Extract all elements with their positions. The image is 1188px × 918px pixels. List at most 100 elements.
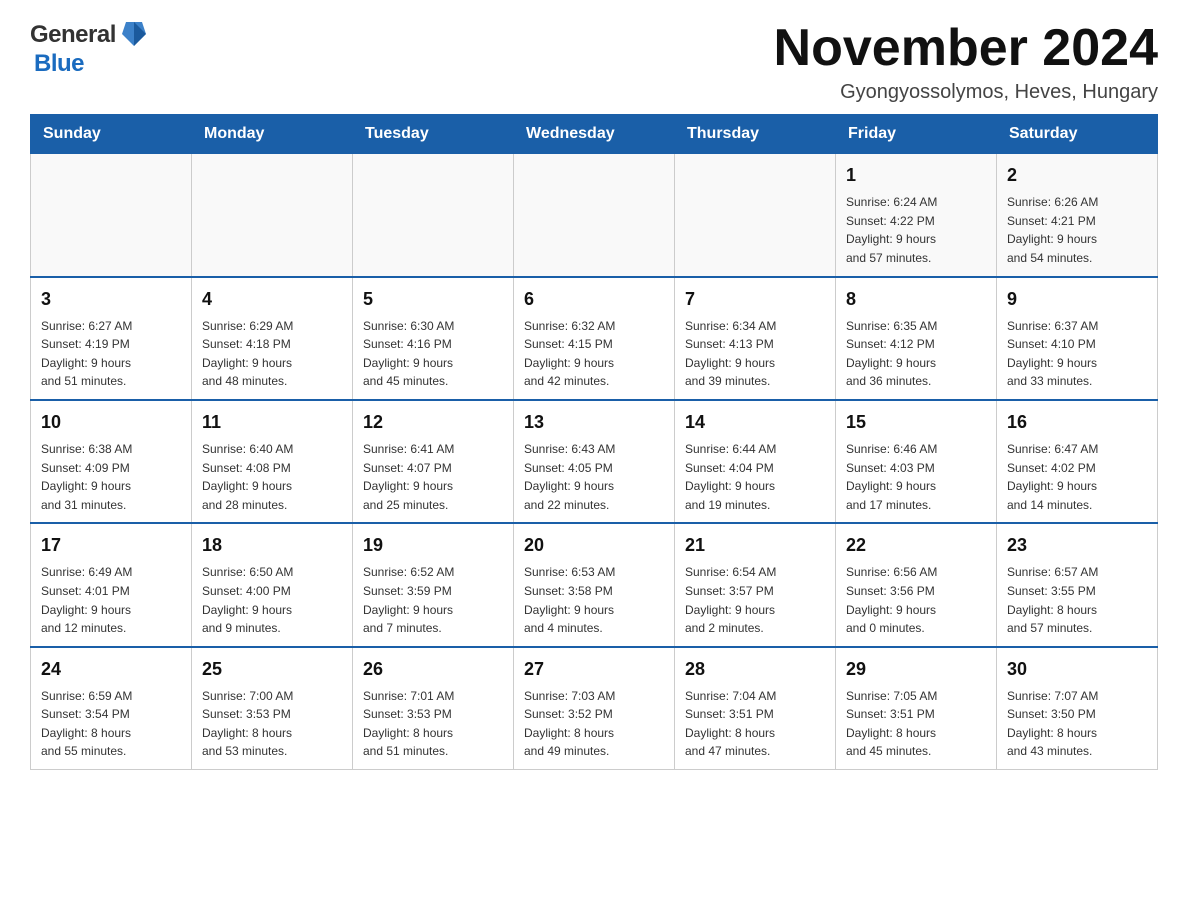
weekday-header-tuesday: Tuesday xyxy=(353,115,514,154)
calendar-day-cell xyxy=(675,154,836,277)
calendar-day-cell: 3 Sunrise: 6:27 AM Sunset: 4:19 PM Daylig… xyxy=(31,277,192,400)
day-number: 27 xyxy=(524,656,664,683)
calendar-day-cell: 4 Sunrise: 6:29 AM Sunset: 4:18 PM Daylig… xyxy=(192,277,353,400)
page-header: General Blue November 2024 Gyongyossolym… xyxy=(30,20,1158,104)
weekday-header-sunday: Sunday xyxy=(31,115,192,154)
calendar-day-cell: 10Sunrise: 6:38 AM Sunset: 4:09 PM Dayli… xyxy=(31,400,192,523)
page-title: November 2024 xyxy=(774,20,1158,77)
day-info: Sunrise: 6:27 AM Sunset: 4:19 PM Dayligh… xyxy=(41,317,181,391)
day-info: Sunrise: 6:44 AM Sunset: 4:04 PM Dayligh… xyxy=(685,440,825,514)
day-number: 20 xyxy=(524,532,664,559)
day-info: Sunrise: 6:29 AM Sunset: 4:18 PM Dayligh… xyxy=(202,317,342,391)
day-number: 2 xyxy=(1007,162,1147,189)
calendar-day-cell: 12 Sunrise: 6:41 AM Sunset: 4:07 PM Dayli… xyxy=(353,400,514,523)
day-number: 7 xyxy=(685,286,825,313)
day-info: Sunrise: 6:54 AM Sunset: 3:57 PM Dayligh… xyxy=(685,563,825,637)
calendar-day-cell: 20 Sunrise: 6:53 AM Sunset: 3:58 PM Dayli… xyxy=(514,523,675,646)
day-number: 26 xyxy=(363,656,503,683)
logo-icon xyxy=(118,18,150,50)
day-number: 23 xyxy=(1007,532,1147,559)
weekday-header-friday: Friday xyxy=(836,115,997,154)
day-number: 16 xyxy=(1007,409,1147,436)
calendar-day-cell xyxy=(353,154,514,277)
calendar-day-cell: 16 Sunrise: 6:47 AM Sunset: 4:02 PM Dayli… xyxy=(997,400,1158,523)
day-info: Sunrise: 6:49 AM Sunset: 4:01 PM Dayligh… xyxy=(41,563,181,637)
calendar-day-cell: 27 Sunrise: 7:03 AM Sunset: 3:52 PM Dayli… xyxy=(514,647,675,770)
day-info: Sunrise: 6:24 AM Sunset: 4:22 PM Dayligh… xyxy=(846,193,986,267)
day-info: Sunrise: 6:34 AM Sunset: 4:13 PM Dayligh… xyxy=(685,317,825,391)
day-info: Sunrise: 7:07 AM Sunset: 3:50 PM Dayligh… xyxy=(1007,687,1147,761)
day-info: Sunrise: 6:47 AM Sunset: 4:02 PM Dayligh… xyxy=(1007,440,1147,514)
day-number: 4 xyxy=(202,286,342,313)
weekday-header-thursday: Thursday xyxy=(675,115,836,154)
weekday-header-saturday: Saturday xyxy=(997,115,1158,154)
calendar-day-cell: 17Sunrise: 6:49 AM Sunset: 4:01 PM Dayli… xyxy=(31,523,192,646)
day-number: 11 xyxy=(202,409,342,436)
calendar-table: SundayMondayTuesdayWednesdayThursdayFrid… xyxy=(30,114,1158,770)
title-block: November 2024 Gyongyossolymos, Heves, Hu… xyxy=(774,20,1158,104)
day-info: Sunrise: 6:56 AM Sunset: 3:56 PM Dayligh… xyxy=(846,563,986,637)
day-info: Sunrise: 7:05 AM Sunset: 3:51 PM Dayligh… xyxy=(846,687,986,761)
day-number: 14 xyxy=(685,409,825,436)
day-info: Sunrise: 6:41 AM Sunset: 4:07 PM Dayligh… xyxy=(363,440,503,514)
day-info: Sunrise: 7:03 AM Sunset: 3:52 PM Dayligh… xyxy=(524,687,664,761)
day-info: Sunrise: 6:50 AM Sunset: 4:00 PM Dayligh… xyxy=(202,563,342,637)
calendar-day-cell: 21 Sunrise: 6:54 AM Sunset: 3:57 PM Dayli… xyxy=(675,523,836,646)
calendar-week-row: 1 Sunrise: 6:24 AM Sunset: 4:22 PM Daylig… xyxy=(31,154,1158,277)
calendar-week-row: 3 Sunrise: 6:27 AM Sunset: 4:19 PM Daylig… xyxy=(31,277,1158,400)
calendar-day-cell: 11 Sunrise: 6:40 AM Sunset: 4:08 PM Dayli… xyxy=(192,400,353,523)
calendar-day-cell: 7 Sunrise: 6:34 AM Sunset: 4:13 PM Daylig… xyxy=(675,277,836,400)
calendar-day-cell: 8 Sunrise: 6:35 AM Sunset: 4:12 PM Daylig… xyxy=(836,277,997,400)
day-number: 21 xyxy=(685,532,825,559)
day-number: 13 xyxy=(524,409,664,436)
calendar-day-cell: 28 Sunrise: 7:04 AM Sunset: 3:51 PM Dayli… xyxy=(675,647,836,770)
day-number: 28 xyxy=(685,656,825,683)
logo-general-text: General xyxy=(30,21,116,49)
calendar-header-row: SundayMondayTuesdayWednesdayThursdayFrid… xyxy=(31,115,1158,154)
calendar-day-cell: 1 Sunrise: 6:24 AM Sunset: 4:22 PM Daylig… xyxy=(836,154,997,277)
day-info: Sunrise: 6:53 AM Sunset: 3:58 PM Dayligh… xyxy=(524,563,664,637)
day-number: 5 xyxy=(363,286,503,313)
calendar-day-cell: 9Sunrise: 6:37 AM Sunset: 4:10 PM Daylig… xyxy=(997,277,1158,400)
day-number: 8 xyxy=(846,286,986,313)
day-info: Sunrise: 6:32 AM Sunset: 4:15 PM Dayligh… xyxy=(524,317,664,391)
day-info: Sunrise: 6:40 AM Sunset: 4:08 PM Dayligh… xyxy=(202,440,342,514)
day-number: 12 xyxy=(363,409,503,436)
day-info: Sunrise: 6:57 AM Sunset: 3:55 PM Dayligh… xyxy=(1007,563,1147,637)
day-info: Sunrise: 7:00 AM Sunset: 3:53 PM Dayligh… xyxy=(202,687,342,761)
calendar-day-cell xyxy=(192,154,353,277)
day-number: 29 xyxy=(846,656,986,683)
calendar-week-row: 24Sunrise: 6:59 AM Sunset: 3:54 PM Dayli… xyxy=(31,647,1158,770)
day-number: 25 xyxy=(202,656,342,683)
calendar-day-cell: 26 Sunrise: 7:01 AM Sunset: 3:53 PM Dayli… xyxy=(353,647,514,770)
calendar-day-cell: 6 Sunrise: 6:32 AM Sunset: 4:15 PM Daylig… xyxy=(514,277,675,400)
day-info: Sunrise: 6:26 AM Sunset: 4:21 PM Dayligh… xyxy=(1007,193,1147,267)
day-number: 22 xyxy=(846,532,986,559)
logo-blue-text: Blue xyxy=(34,50,84,78)
calendar-day-cell: 19Sunrise: 6:52 AM Sunset: 3:59 PM Dayli… xyxy=(353,523,514,646)
day-number: 30 xyxy=(1007,656,1147,683)
day-number: 6 xyxy=(524,286,664,313)
calendar-week-row: 17Sunrise: 6:49 AM Sunset: 4:01 PM Dayli… xyxy=(31,523,1158,646)
calendar-day-cell: 18Sunrise: 6:50 AM Sunset: 4:00 PM Dayli… xyxy=(192,523,353,646)
weekday-header-monday: Monday xyxy=(192,115,353,154)
calendar-day-cell: 29 Sunrise: 7:05 AM Sunset: 3:51 PM Dayli… xyxy=(836,647,997,770)
day-info: Sunrise: 6:35 AM Sunset: 4:12 PM Dayligh… xyxy=(846,317,986,391)
calendar-day-cell: 5 Sunrise: 6:30 AM Sunset: 4:16 PM Daylig… xyxy=(353,277,514,400)
day-number: 3 xyxy=(41,286,181,313)
day-info: Sunrise: 6:43 AM Sunset: 4:05 PM Dayligh… xyxy=(524,440,664,514)
calendar-day-cell: 23 Sunrise: 6:57 AM Sunset: 3:55 PM Dayli… xyxy=(997,523,1158,646)
day-info: Sunrise: 7:04 AM Sunset: 3:51 PM Dayligh… xyxy=(685,687,825,761)
logo: General Blue xyxy=(30,20,150,78)
weekday-header-wednesday: Wednesday xyxy=(514,115,675,154)
page-subtitle: Gyongyossolymos, Heves, Hungary xyxy=(774,81,1158,104)
calendar-day-cell xyxy=(31,154,192,277)
day-number: 10 xyxy=(41,409,181,436)
day-number: 1 xyxy=(846,162,986,189)
day-info: Sunrise: 7:01 AM Sunset: 3:53 PM Dayligh… xyxy=(363,687,503,761)
calendar-day-cell: 13 Sunrise: 6:43 AM Sunset: 4:05 PM Dayli… xyxy=(514,400,675,523)
day-info: Sunrise: 6:52 AM Sunset: 3:59 PM Dayligh… xyxy=(363,563,503,637)
calendar-week-row: 10Sunrise: 6:38 AM Sunset: 4:09 PM Dayli… xyxy=(31,400,1158,523)
calendar-day-cell: 25 Sunrise: 7:00 AM Sunset: 3:53 PM Dayli… xyxy=(192,647,353,770)
day-info: Sunrise: 6:30 AM Sunset: 4:16 PM Dayligh… xyxy=(363,317,503,391)
